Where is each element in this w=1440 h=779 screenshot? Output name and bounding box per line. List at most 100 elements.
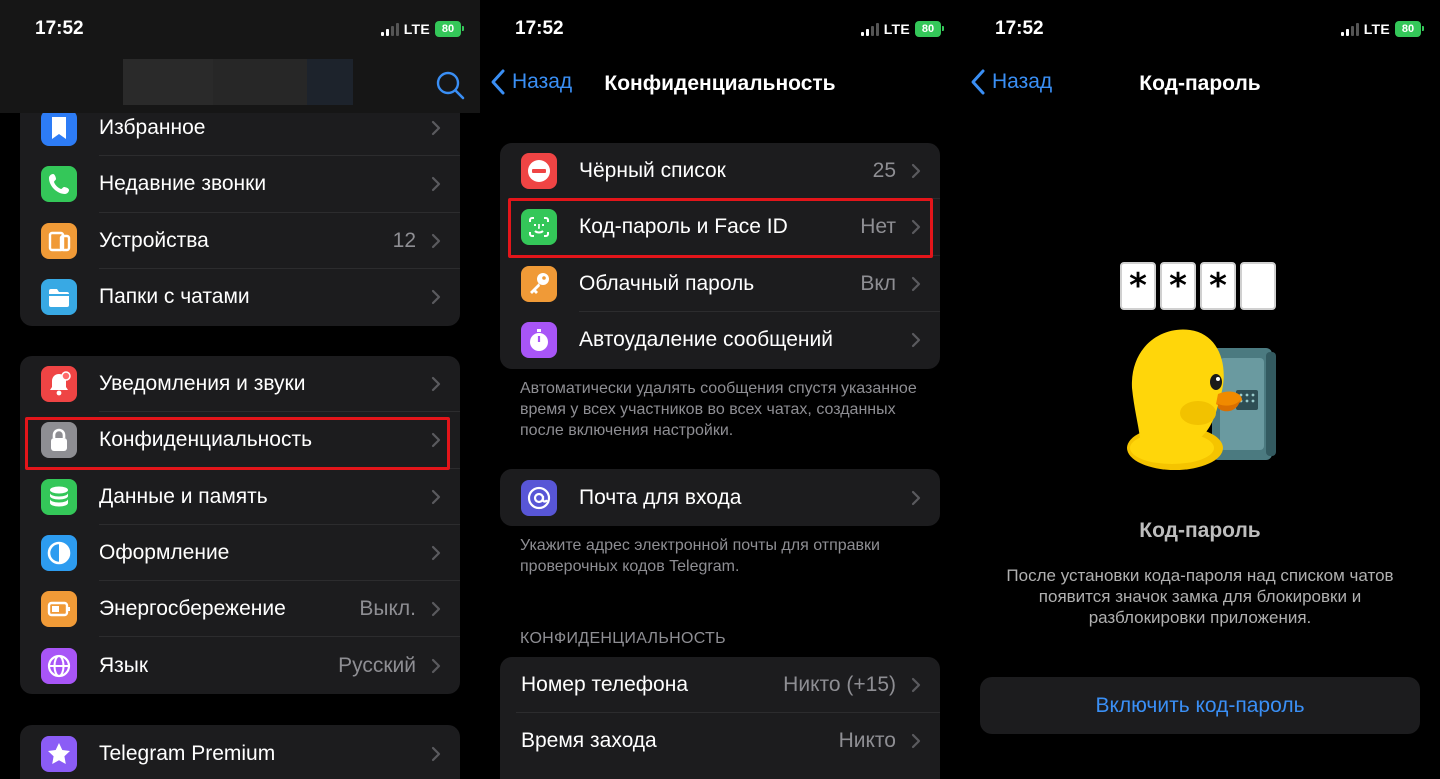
timer-icon bbox=[521, 322, 557, 359]
network-label: LTE bbox=[1363, 21, 1390, 37]
row-label: Почта для входа bbox=[579, 485, 742, 509]
row-value: Никто bbox=[838, 729, 896, 753]
star-icon bbox=[41, 735, 77, 772]
settings-group-2: Уведомления и звуки Конфиденциальность Дан… bbox=[20, 356, 460, 694]
row-value: Русский bbox=[338, 653, 416, 677]
settings-row[interactable]: Telegram Premium bbox=[20, 725, 460, 779]
row-label: Telegram Premium bbox=[99, 741, 276, 765]
pin-box: * bbox=[1120, 262, 1156, 310]
chevron-right-icon bbox=[431, 658, 441, 673]
email-footnote: Укажите адрес электронной почты для отпр… bbox=[520, 537, 880, 575]
enable-passcode-button[interactable]: Включить код-пароль bbox=[980, 677, 1420, 734]
chevron-right-icon bbox=[431, 489, 441, 504]
network-label: LTE bbox=[403, 21, 430, 37]
chevron-right-icon bbox=[431, 177, 441, 192]
row-label: Чёрный список bbox=[579, 159, 726, 183]
row-label: Устройства bbox=[99, 228, 209, 252]
folder-icon bbox=[41, 279, 77, 316]
chevron-right-icon bbox=[911, 276, 921, 291]
bookmark-icon bbox=[41, 110, 77, 147]
status-time: 17:52 bbox=[515, 18, 564, 39]
signal-icon bbox=[1340, 22, 1359, 36]
signal-icon bbox=[860, 22, 879, 36]
chevron-right-icon bbox=[911, 332, 921, 348]
row-label: Номер телефона bbox=[521, 673, 689, 697]
settings-row[interactable]: Номер телефона Никто (+15) bbox=[500, 657, 940, 714]
settings-panel: 17:52 LTE 80 Избранное Недавние звонки Уст… bbox=[0, 0, 480, 779]
row-label: Язык bbox=[99, 653, 149, 677]
privacy-group-2: Почта для входа bbox=[500, 469, 940, 526]
duck-safe-illustration bbox=[1127, 329, 1276, 470]
network-label: LTE bbox=[883, 21, 910, 37]
settings-header: 17:52 LTE 80 bbox=[0, 0, 480, 113]
status-time: 17:52 bbox=[35, 18, 84, 39]
search-icon[interactable] bbox=[435, 70, 465, 100]
row-label: Облачный пароль bbox=[579, 271, 755, 295]
bell-icon bbox=[41, 366, 77, 403]
chevron-right-icon bbox=[431, 746, 441, 761]
passcode-heading: Код-пароль bbox=[1139, 519, 1261, 542]
row-value: Вкл bbox=[860, 271, 896, 295]
battery-icon: 80 bbox=[1395, 21, 1424, 37]
privacy-group-3: Номер телефона Никто (+15) Время захода Ник… bbox=[500, 657, 940, 779]
chevron-right-icon bbox=[911, 490, 921, 505]
row-label: Время захода bbox=[521, 729, 657, 753]
settings-row[interactable]: Автоудаление сообщений bbox=[500, 312, 940, 368]
battery-icon: 80 bbox=[915, 21, 944, 37]
key-icon bbox=[521, 265, 557, 302]
row-label: Папки с чатами bbox=[99, 285, 250, 309]
settings-row[interactable]: Недавние звонки bbox=[20, 156, 460, 213]
globe-icon bbox=[41, 647, 77, 684]
row-value: 25 bbox=[872, 159, 896, 183]
status-time: 17:52 bbox=[995, 18, 1044, 39]
settings-row[interactable]: Облачный пароль Вкл bbox=[500, 256, 940, 312]
settings-row[interactable]: Время захода Никто bbox=[500, 713, 940, 769]
settings-group-3: Telegram Premium bbox=[20, 725, 460, 779]
row-label: Автоудаление сообщений bbox=[579, 328, 833, 352]
settings-row[interactable]: Язык Русский bbox=[20, 637, 460, 693]
profile-blurred bbox=[123, 59, 353, 105]
passcode-panel: 17:52 LTE 80 Назад Код-пароль * * * Код-… bbox=[960, 0, 1440, 779]
chevron-right-icon bbox=[431, 289, 441, 305]
pin-box: * bbox=[1200, 262, 1236, 310]
settings-row[interactable]: Чёрный список 25 bbox=[500, 143, 940, 200]
privacy-highlight bbox=[25, 417, 450, 470]
privacy-panel: 17:52 LTE 80 Назад Конфиденциальность Чё… bbox=[480, 0, 960, 779]
settings-row[interactable]: Оформление bbox=[20, 525, 460, 582]
block-icon bbox=[521, 153, 557, 190]
settings-row[interactable]: Уведомления и звуки bbox=[20, 356, 460, 413]
chevron-right-icon bbox=[431, 545, 441, 561]
chevron-right-icon bbox=[431, 377, 441, 392]
chevron-right-icon bbox=[911, 734, 921, 749]
at-icon bbox=[521, 479, 557, 516]
settings-row[interactable]: Папки с чатами bbox=[20, 269, 460, 325]
settings-row[interactable]: Устройства 12 bbox=[20, 213, 460, 269]
chevron-right-icon bbox=[431, 602, 441, 617]
passcode-highlight bbox=[508, 198, 933, 258]
chevron-right-icon bbox=[431, 121, 441, 136]
row-value: Выкл. bbox=[359, 597, 416, 621]
passcode-description: После установки кода-пароля над списком … bbox=[1006, 566, 1394, 627]
status-bar: 17:52 LTE 80 bbox=[480, 0, 960, 58]
row-value: 12 bbox=[392, 228, 416, 252]
row-value: Никто (+15) bbox=[783, 673, 896, 697]
settings-row[interactable]: Данные и память bbox=[20, 469, 460, 525]
status-bar: 17:52 LTE 80 bbox=[0, 0, 480, 58]
row-label: Энергосбережение bbox=[99, 597, 286, 621]
settings-row[interactable]: Почта для входа bbox=[500, 469, 940, 526]
pin-box bbox=[1240, 262, 1276, 310]
devices-icon bbox=[41, 222, 77, 259]
section-header: КОНФИДЕНЦИАЛЬНОСТЬ bbox=[520, 630, 726, 647]
row-label: Недавние звонки bbox=[99, 172, 267, 196]
autodelete-footnote: Автоматически удалять сообщения спустя у… bbox=[520, 380, 917, 439]
page-title: Код-пароль bbox=[1139, 72, 1261, 95]
settings-row[interactable]: Энергосбережение Выкл. bbox=[20, 581, 460, 638]
database-icon bbox=[41, 478, 77, 515]
row-label: Избранное bbox=[99, 116, 206, 140]
phone-icon bbox=[41, 166, 77, 203]
settings-group-1: Избранное Недавние звонки Устройства 12 Папк… bbox=[20, 100, 460, 326]
pin-box: * bbox=[1160, 262, 1196, 310]
chevron-right-icon bbox=[911, 164, 921, 179]
pin-boxes: * * * bbox=[1120, 262, 1276, 310]
page-title: Конфиденциальность bbox=[604, 72, 836, 95]
